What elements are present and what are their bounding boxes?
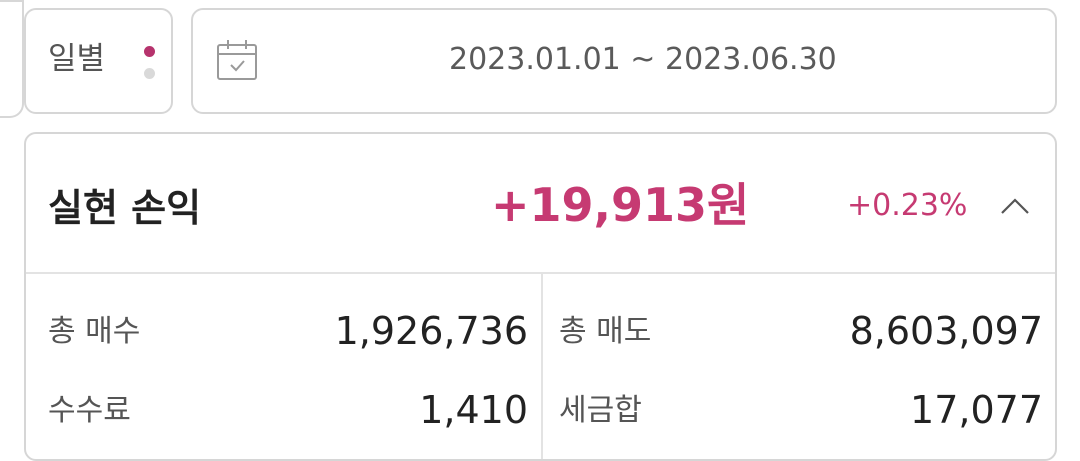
- realized-pnl-title: 실현 손익: [48, 186, 202, 230]
- date-range-text: 2023.01.01 ~ 2023.06.30: [449, 42, 837, 77]
- chevron-up-icon[interactable]: [999, 195, 1031, 217]
- realized-pnl-rate: +0.23%: [847, 188, 968, 223]
- total-buy-value: 1,926,736: [334, 309, 528, 353]
- tax-label: 세금합: [559, 393, 642, 428]
- total-sell-value: 8,603,097: [849, 309, 1043, 353]
- realized-pnl-header[interactable]: 실현 손익 +19,913원 +0.23%: [26, 134, 1055, 274]
- fee-label: 수수료: [48, 393, 131, 428]
- tax-value: 17,077: [910, 388, 1043, 432]
- period-indicator-active: [144, 46, 155, 57]
- total-buy-label: 총 매수: [48, 314, 141, 349]
- side-panel-tab[interactable]: [0, 0, 24, 118]
- period-indicator-inactive: [144, 68, 155, 79]
- realized-pnl-amount: +19,913원: [491, 178, 750, 232]
- realized-pnl-card: 실현 손익 +19,913원 +0.23% 총 매수 1,926,736 총 매…: [24, 132, 1057, 461]
- fee-value: 1,410: [419, 388, 528, 432]
- period-selector[interactable]: 일별: [24, 8, 173, 114]
- period-label: 일별: [48, 41, 106, 77]
- total-sell-label: 총 매도: [559, 314, 652, 349]
- date-range-picker[interactable]: 2023.01.01 ~ 2023.06.30: [191, 8, 1057, 114]
- calendar-icon: [217, 40, 257, 80]
- column-divider: [541, 274, 543, 459]
